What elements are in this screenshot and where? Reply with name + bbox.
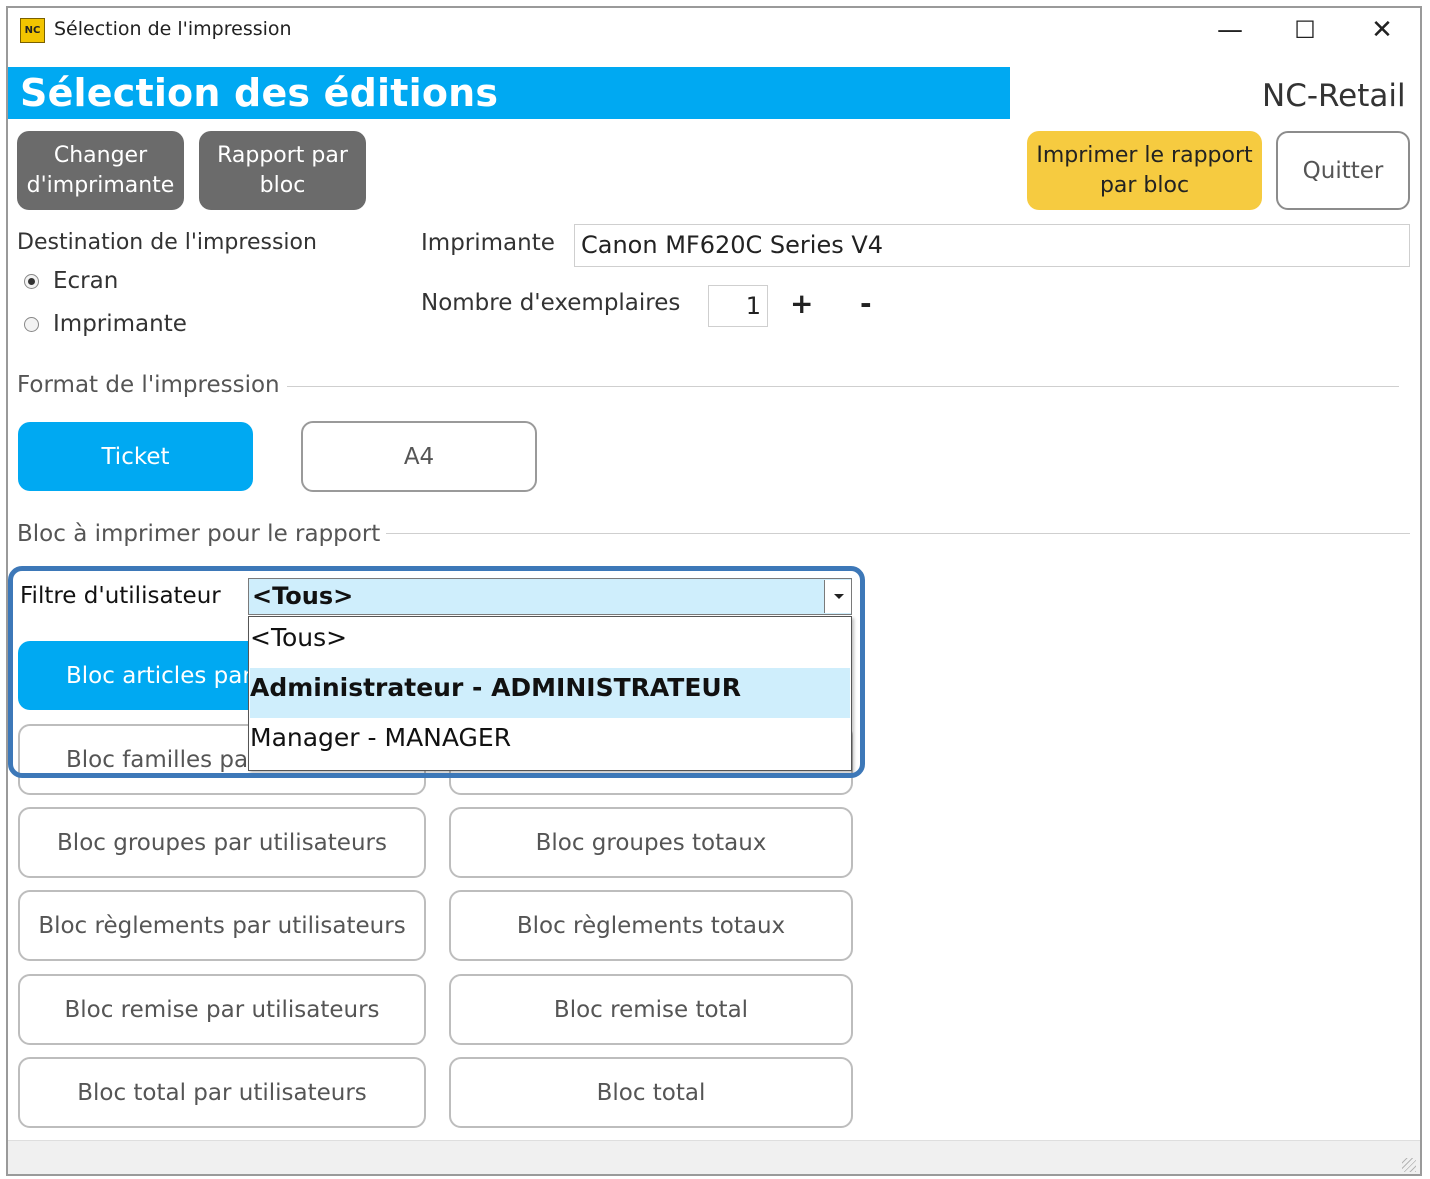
block-payments-users-button[interactable]: Bloc règlements par utilisateurs bbox=[18, 890, 426, 961]
print-report-button[interactable]: Imprimer le rapport par bloc bbox=[1027, 131, 1262, 210]
change-printer-button[interactable]: Changer d'imprimante bbox=[17, 131, 184, 210]
printer-label: Imprimante bbox=[421, 230, 555, 256]
radio-ecran[interactable] bbox=[24, 274, 39, 289]
minimize-icon[interactable]: — bbox=[1207, 10, 1253, 50]
block-payments-users-label: Bloc règlements par utilisateurs bbox=[38, 912, 406, 939]
radio-imprimante[interactable] bbox=[24, 317, 39, 332]
change-printer-label: Changer d'imprimante bbox=[26, 142, 175, 198]
block-total-label: Bloc total bbox=[596, 1079, 706, 1106]
copies-input[interactable]: 1 bbox=[708, 285, 768, 327]
format-section-label: Format de l'impression bbox=[17, 372, 280, 398]
status-bar bbox=[8, 1140, 1420, 1174]
app-logo-icon: NC bbox=[20, 18, 45, 43]
block-section-label: Bloc à imprimer pour le rapport bbox=[17, 521, 381, 547]
block-groups-users-button[interactable]: Bloc groupes par utilisateurs bbox=[18, 807, 426, 878]
block-divider bbox=[386, 533, 1410, 534]
radio-imprimante-label: Imprimante bbox=[53, 311, 187, 337]
block-discount-users-label: Bloc remise par utilisateurs bbox=[64, 996, 380, 1023]
block-groups-users-label: Bloc groupes par utilisateurs bbox=[57, 829, 387, 856]
app-name: NC-Retail bbox=[1262, 78, 1406, 114]
block-groups-total-label: Bloc groupes totaux bbox=[535, 829, 767, 856]
print-report-label: Imprimer le rapport par bloc bbox=[1036, 142, 1253, 198]
format-a4-button[interactable]: A4 bbox=[301, 421, 537, 492]
maximize-icon[interactable]: ☐ bbox=[1282, 10, 1328, 50]
resize-grip-icon[interactable] bbox=[1402, 1158, 1416, 1172]
quit-label: Quitter bbox=[1302, 157, 1384, 184]
destination-label: Destination de l'impression bbox=[17, 230, 317, 255]
page-title: Sélection des éditions bbox=[20, 71, 499, 115]
block-total-button[interactable]: Bloc total bbox=[449, 1057, 853, 1128]
copies-plus-button[interactable]: + bbox=[790, 287, 813, 320]
block-total-users-label: Bloc total par utilisateurs bbox=[77, 1079, 367, 1106]
radio-ecran-label: Ecran bbox=[53, 268, 119, 294]
highlight-frame bbox=[8, 566, 865, 778]
close-icon[interactable]: ✕ bbox=[1359, 10, 1405, 50]
report-by-block-button[interactable]: Rapport par bloc bbox=[199, 131, 366, 210]
format-a4-label: A4 bbox=[403, 443, 435, 470]
report-by-block-label: Rapport par bloc bbox=[217, 142, 348, 198]
copies-label: Nombre d'exemplaires bbox=[421, 290, 681, 316]
format-ticket-label: Ticket bbox=[101, 443, 170, 470]
block-payments-total-button[interactable]: Bloc règlements totaux bbox=[449, 890, 853, 961]
quit-button[interactable]: Quitter bbox=[1276, 131, 1410, 210]
block-discount-total-button[interactable]: Bloc remise total bbox=[449, 974, 853, 1045]
printer-field[interactable]: Canon MF620C Series V4 bbox=[574, 224, 1410, 267]
block-discount-total-label: Bloc remise total bbox=[553, 996, 749, 1023]
block-payments-total-label: Bloc règlements totaux bbox=[516, 912, 786, 939]
format-ticket-button[interactable]: Ticket bbox=[18, 422, 253, 491]
window-title: Sélection de l'impression bbox=[54, 18, 292, 40]
block-discount-users-button[interactable]: Bloc remise par utilisateurs bbox=[18, 974, 426, 1045]
format-divider bbox=[287, 386, 1399, 387]
copies-minus-button[interactable]: - bbox=[860, 287, 872, 320]
block-total-users-button[interactable]: Bloc total par utilisateurs bbox=[18, 1057, 426, 1128]
block-groups-total-button[interactable]: Bloc groupes totaux bbox=[449, 807, 853, 878]
